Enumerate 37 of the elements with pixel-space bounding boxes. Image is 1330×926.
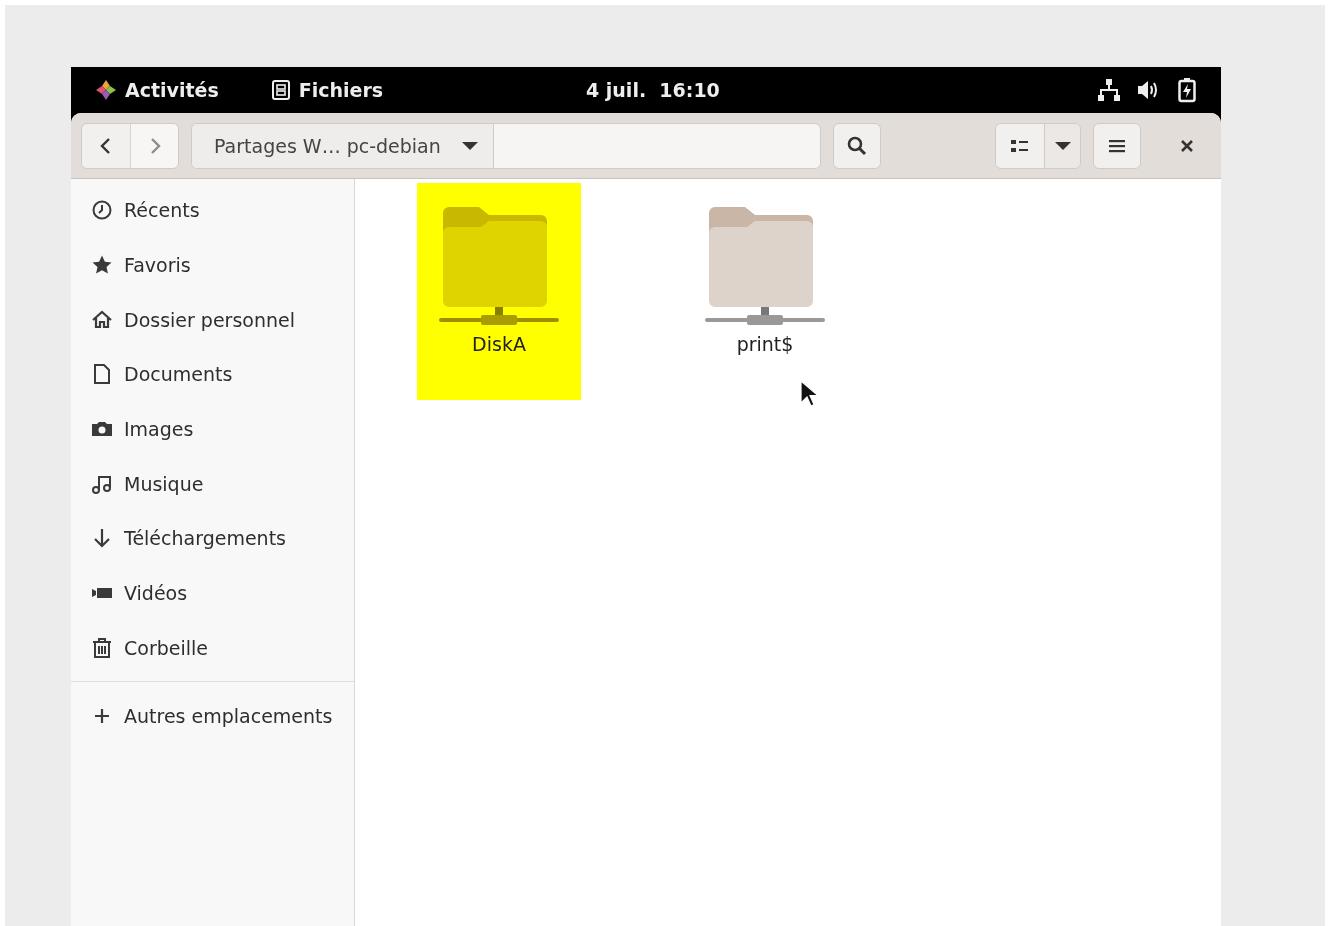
path-button[interactable]: Partages W… pc-debian bbox=[192, 123, 494, 168]
mouse-pointer-icon bbox=[799, 379, 819, 409]
down-arrow-icon bbox=[91, 527, 113, 550]
sidebar-item[interactable]: Musique bbox=[71, 456, 354, 512]
sidebar-item[interactable]: Vidéos bbox=[71, 565, 354, 621]
close-icon bbox=[1180, 138, 1194, 153]
network-share-item[interactable]: DiskA bbox=[417, 183, 581, 400]
app-menu-button[interactable]: Fichiers bbox=[270, 79, 384, 101]
sidebar-item[interactable]: Favoris bbox=[71, 237, 354, 293]
flower-logo-icon bbox=[95, 79, 117, 101]
sidebar-item[interactable]: Documents bbox=[71, 347, 354, 402]
chevron-left-icon bbox=[99, 136, 113, 155]
cabinet-icon bbox=[270, 79, 291, 101]
view-mode-button[interactable] bbox=[996, 123, 1044, 168]
other-locations-item[interactable]: Autres emplacements bbox=[71, 688, 354, 743]
clock-icon bbox=[91, 199, 113, 222]
search-icon bbox=[846, 134, 868, 157]
caret-icon bbox=[1053, 140, 1072, 151]
network-icon[interactable] bbox=[1097, 78, 1121, 102]
menu-icon bbox=[1108, 137, 1126, 154]
caret-icon bbox=[460, 140, 479, 151]
search-button[interactable] bbox=[833, 122, 881, 169]
trash-icon bbox=[91, 636, 113, 659]
house-icon bbox=[91, 308, 113, 331]
menu-button[interactable] bbox=[1093, 122, 1141, 169]
network-share-item[interactable]: print$ bbox=[683, 183, 847, 400]
view-options-button[interactable] bbox=[1044, 123, 1080, 168]
sidebar-item[interactable]: Images bbox=[71, 401, 354, 457]
activities-button[interactable]: Activités bbox=[95, 79, 219, 101]
sidebar-item[interactable]: Corbeille bbox=[71, 620, 354, 676]
sidebar-item[interactable]: Dossier personnel bbox=[71, 292, 354, 348]
list-icon bbox=[1010, 137, 1030, 154]
sidebar-item[interactable]: Téléchargements bbox=[71, 511, 354, 566]
clock[interactable]: 4 juil. 16:10 bbox=[586, 79, 720, 101]
document-icon bbox=[91, 363, 113, 386]
battery-icon[interactable] bbox=[1177, 77, 1197, 103]
sidebar-item[interactable]: Récents bbox=[71, 183, 354, 238]
